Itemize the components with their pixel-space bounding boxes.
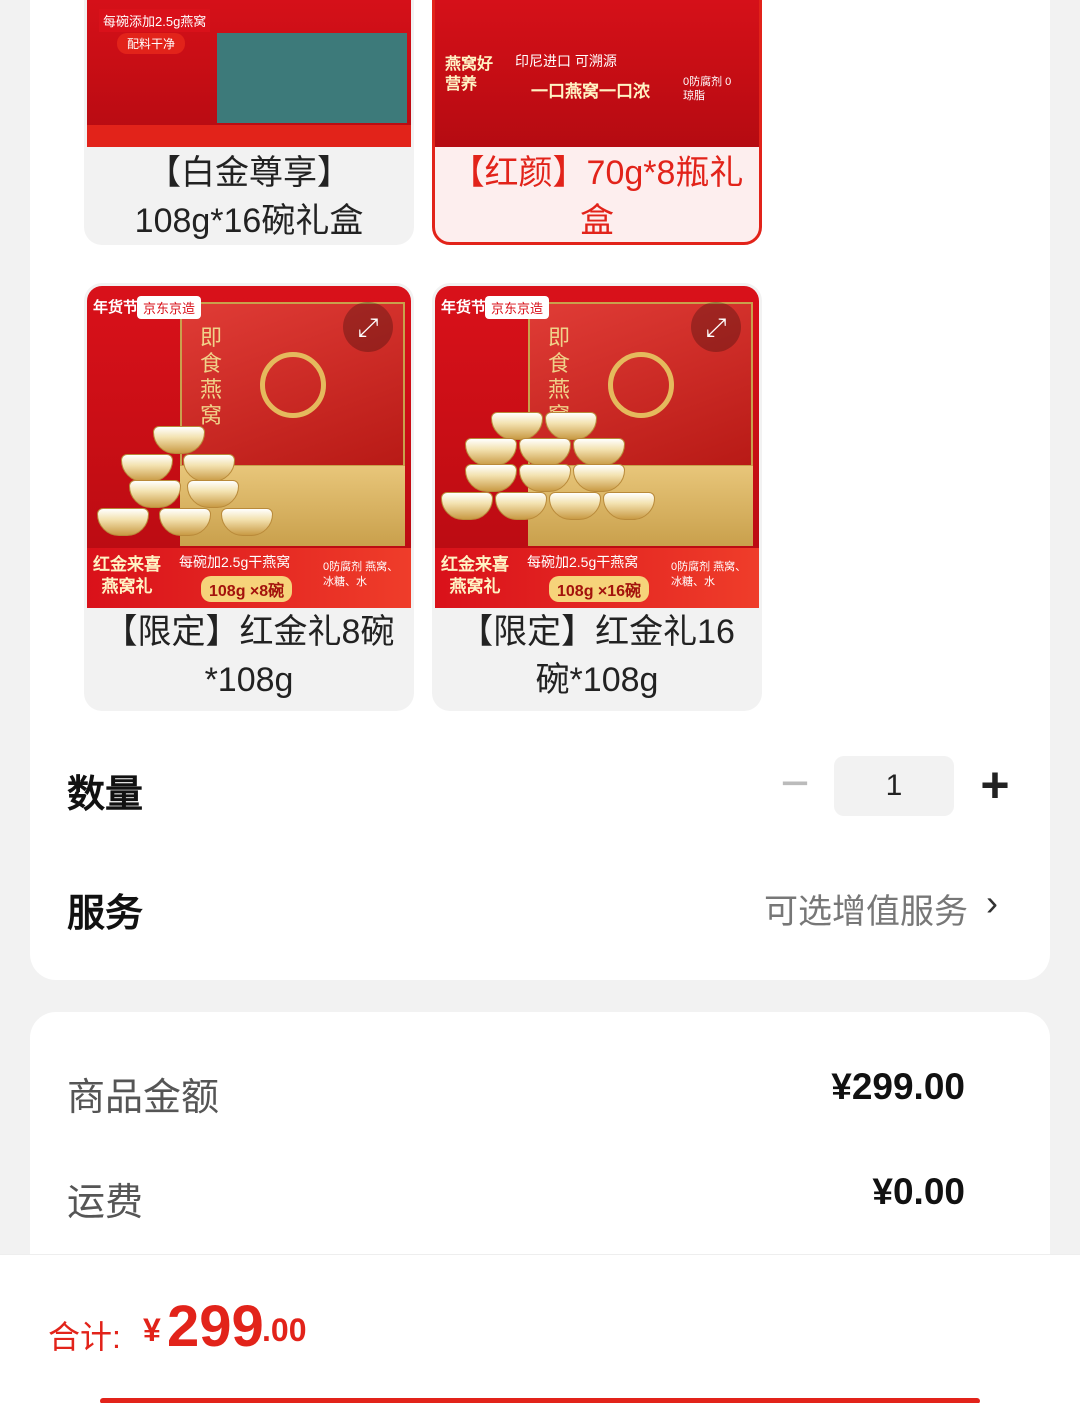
variant-name: 【限定】红金礼16碗*108g — [459, 613, 735, 699]
product-image: 每碗添加2.5g燕窝 配料干净 — [87, 0, 411, 147]
image-tag: 配料干净 — [117, 33, 186, 54]
bowl-icon — [603, 492, 655, 520]
bowl-icon — [121, 454, 173, 482]
image-strip — [87, 125, 411, 147]
shipping-label: 运费 — [67, 1182, 144, 1224]
image-top-text: 每碗添加2.5g燕窝 — [99, 9, 211, 32]
goods-amount-value: ¥299.00 — [831, 1066, 965, 1107]
bowl-icon — [187, 480, 239, 508]
bowl-icon — [495, 492, 547, 520]
bowl-icon — [183, 454, 235, 482]
bowl-icon — [441, 492, 493, 520]
total-amount-integer: 299 — [167, 1294, 264, 1359]
banner-spec: 108g ×16碗 — [549, 576, 650, 602]
bottom-total-bar: 合计: ¥ 299 .00 — [0, 1254, 1080, 1403]
bowl-icon — [573, 438, 625, 466]
banner-right: 0防腐剂 燕窝、冰糖、水 — [671, 561, 747, 588]
variant-name: 【红颜】70g*8瓶礼盒 — [450, 154, 744, 240]
image-side-text: 燕窝好营养 — [445, 56, 494, 93]
service-value-link[interactable]: 可选增值服务 — [764, 884, 968, 933]
total-currency: ¥ — [143, 1312, 161, 1348]
jd-tag: 京东京造 — [137, 296, 202, 319]
image-note: 0防腐剂 0琼脂 — [683, 76, 732, 102]
quantity-plus-button[interactable]: + — [970, 758, 1020, 814]
banner-left: 红金来喜燕窝礼 — [93, 555, 161, 596]
bowl-icon — [159, 508, 211, 536]
gift-box-tray — [217, 33, 407, 123]
box-title: 即食燕窝 — [200, 326, 223, 429]
bowl-icon — [545, 412, 597, 440]
submit-button-edge[interactable] — [100, 1398, 980, 1403]
quantity-minus-button[interactable]: − — [770, 758, 820, 809]
variant-option-hongjin-8[interactable]: 即食燕窝 年货节 京东京造 ⤢ 红金来喜燕窝礼 每碗加2.5g干燕窝 108g … — [84, 283, 414, 711]
banner-mid: 每碗加2.5g干燕窝 — [527, 554, 639, 570]
bowl-icon — [465, 464, 517, 492]
bowl-icon — [153, 426, 205, 454]
banner-left: 红金来喜燕窝礼 — [441, 555, 509, 596]
product-image: 即食燕窝 年货节 京东京造 ⤢ 红金来喜燕窝礼 每碗加2.5g干燕窝 108g … — [87, 286, 411, 608]
variant-option-hongyan[interactable]: 印尼进口 可溯源 燕窝好营养 一口燕窝一口浓 0防腐剂 0琼脂 【红颜】70g*… — [432, 0, 762, 245]
shipping-value: ¥0.00 — [872, 1171, 965, 1212]
bowls-stack — [441, 412, 741, 532]
banner-spec: 108g ×8碗 — [201, 576, 293, 602]
variant-name: 【白金尊享】108g*16碗礼盒 — [134, 154, 364, 240]
year-tag: 年货节 — [441, 299, 487, 316]
total-label: 合计: — [48, 1319, 121, 1355]
banner-right: 0防腐剂 燕窝、冰糖、水 — [323, 561, 399, 588]
bowl-icon — [129, 480, 181, 508]
chevron-right-icon[interactable]: › — [986, 882, 998, 924]
bowl-icon — [491, 412, 543, 440]
bowl-icon — [519, 438, 571, 466]
product-image: 印尼进口 可溯源 燕窝好营养 一口燕窝一口浓 0防腐剂 0琼脂 — [435, 0, 759, 147]
product-image: 即食燕窝 年货节 京东京造 ⤢ 红金来喜燕窝礼 每碗加2.5g干燕窝 108g … — [435, 286, 759, 608]
bowl-icon — [221, 508, 273, 536]
brand-logo-icon — [608, 352, 674, 418]
variant-option-platinum[interactable]: 每碗添加2.5g燕窝 配料干净 【白金尊享】108g*16碗礼盒 — [84, 0, 414, 245]
bowl-icon — [97, 508, 149, 536]
promo-banner: 红金来喜燕窝礼 每碗加2.5g干燕窝 108g ×8碗 0防腐剂 燕窝、冰糖、水 — [87, 548, 411, 608]
jd-tag: 京东京造 — [485, 296, 550, 319]
variant-name: 【限定】红金礼8碗*108g — [103, 613, 395, 699]
bowl-icon — [465, 438, 517, 466]
bowl-icon — [573, 464, 625, 492]
quantity-input[interactable]: 1 — [834, 756, 954, 816]
quantity-label: 数量 — [67, 774, 144, 816]
bowl-icon — [519, 464, 571, 492]
bowl-icon — [549, 492, 601, 520]
bowls-stack — [97, 426, 307, 546]
goods-amount-label: 商品金额 — [67, 1077, 220, 1119]
image-top-text: 印尼进口 可溯源 — [515, 53, 617, 69]
total-amount-decimal: .00 — [262, 1312, 307, 1348]
service-label: 服务 — [67, 893, 144, 935]
promo-banner: 红金来喜燕窝礼 每碗加2.5g干燕窝 108g ×16碗 0防腐剂 燕窝、冰糖、… — [435, 548, 759, 608]
expand-icon[interactable]: ⤢ — [691, 302, 741, 352]
expand-icon[interactable]: ⤢ — [343, 302, 393, 352]
banner-mid: 每碗加2.5g干燕窝 — [179, 554, 291, 570]
variant-option-hongjin-16[interactable]: 即食燕窝 年货节 京东京造 ⤢ 红金来喜燕窝礼 每碗加2.5g干燕窝 108g … — [432, 283, 762, 711]
brand-logo-icon — [260, 352, 326, 418]
image-slogan: 一口燕窝一口浓 — [531, 82, 650, 101]
year-tag: 年货节 — [93, 299, 139, 316]
